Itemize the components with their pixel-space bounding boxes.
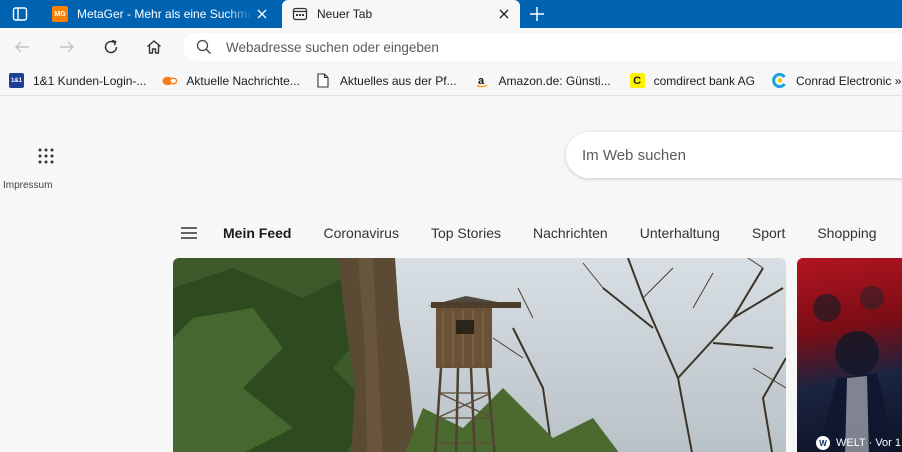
- feed-tab-unterhaltung[interactable]: Unterhaltung: [640, 225, 720, 241]
- tab-close-button[interactable]: [494, 4, 514, 24]
- tab-close-button[interactable]: [252, 4, 272, 24]
- comdirect-favicon: C: [629, 73, 645, 88]
- toolbar: [0, 28, 902, 66]
- bookmark-comdirect[interactable]: C comdirect bank AG: [611, 69, 755, 93]
- feed-tab-nachrichten[interactable]: Nachrichten: [533, 225, 608, 241]
- refresh-icon: [104, 39, 118, 54]
- document-icon: [316, 73, 331, 88]
- address-bar[interactable]: [183, 33, 902, 61]
- web-search-input[interactable]: [582, 146, 882, 164]
- web-search-box[interactable]: [566, 132, 902, 178]
- bookmark-amazon[interactable]: a Amazon.de: Günsti...: [457, 69, 611, 93]
- bookmark-pfalz[interactable]: Aktuelles aus der Pf...: [300, 69, 457, 93]
- tab-title: Neuer Tab: [317, 7, 373, 21]
- close-icon: [499, 9, 509, 19]
- forward-button[interactable]: [54, 34, 80, 60]
- bookmark-label: comdirect bank AG: [653, 73, 755, 88]
- impressum-link[interactable]: Impressum: [3, 180, 52, 191]
- welt-logo-icon: W: [816, 436, 830, 450]
- bookmark-label: Aktuelle Nachrichte...: [186, 73, 300, 88]
- news-card-side[interactable]: W WELT · Vor 1: [797, 258, 902, 452]
- arrow-right-icon: [60, 41, 74, 53]
- conrad-icon: [772, 73, 787, 88]
- feed-tab-top-stories[interactable]: Top Stories: [431, 225, 501, 241]
- feed-navigation: Mein Feed Coronavirus Top Stories Nachri…: [180, 221, 902, 245]
- tab-actions-button[interactable]: [0, 0, 40, 28]
- tab-neuer-tab[interactable]: Neuer Tab: [282, 0, 520, 28]
- home-icon: [147, 40, 161, 54]
- bookmark-zdf[interactable]: Aktuelle Nachrichte...: [146, 69, 300, 93]
- bookmark-label: Aktuelles aus der Pf...: [339, 73, 457, 88]
- new-tab-page-icon: [292, 6, 308, 22]
- news-source-text: WELT · Vor 1: [836, 437, 902, 449]
- search-icon: [196, 39, 212, 55]
- app-grid-icon: [38, 148, 54, 164]
- 1und1-favicon: 1&1: [9, 73, 24, 88]
- amazon-icon: a: [475, 73, 490, 88]
- feed-menu-button[interactable]: [180, 224, 198, 242]
- feed-tab-shopping[interactable]: Shopping: [817, 225, 876, 241]
- address-input[interactable]: [226, 39, 726, 55]
- new-tab-page: Impressum Mein Feed Coronavirus Top Stor…: [0, 97, 902, 452]
- bookmarks-bar: 1&1 1&1 Kunden-Login-... Aktuelle Nachri…: [0, 66, 902, 96]
- tab-actions-icon: [12, 7, 28, 21]
- tab-title: MetaGer - Mehr als eine Suchmaschine: [77, 7, 252, 21]
- news-card-main[interactable]: [173, 258, 786, 452]
- bookmark-1und1[interactable]: 1&1 1&1 Kunden-Login-...: [0, 69, 146, 93]
- news-card-side-image: [813, 286, 896, 452]
- zdf-icon: [162, 73, 178, 88]
- feed-tab-sport[interactable]: Sport: [752, 225, 785, 241]
- bookmark-conrad[interactable]: Conrad Electronic »...: [755, 69, 902, 93]
- bookmark-label: 1&1 Kunden-Login-...: [33, 73, 147, 88]
- close-icon: [257, 9, 267, 19]
- back-button[interactable]: [9, 34, 35, 60]
- feed-tab-mein-feed[interactable]: Mein Feed: [223, 225, 291, 241]
- home-button[interactable]: [141, 34, 167, 60]
- tab-metager[interactable]: MG MetaGer - Mehr als eine Suchmaschine: [42, 0, 278, 28]
- feed-tab-coronavirus[interactable]: Coronavirus: [323, 225, 398, 241]
- app-launcher-button[interactable]: [33, 143, 59, 169]
- tab-strip: MG MetaGer - Mehr als eine Suchmaschine …: [0, 0, 902, 28]
- svg-text:a: a: [478, 75, 485, 87]
- arrow-left-icon: [15, 41, 29, 53]
- new-tab-button[interactable]: [526, 3, 548, 25]
- hamburger-icon: [181, 227, 197, 239]
- metager-favicon: MG: [52, 6, 68, 22]
- bookmark-label: Amazon.de: Günsti...: [498, 73, 611, 88]
- refresh-button[interactable]: [98, 34, 124, 60]
- news-source-label: W WELT · Vor 1: [816, 436, 901, 450]
- news-card-image: [173, 258, 786, 452]
- bookmark-label: Conrad Electronic »...: [796, 73, 902, 88]
- plus-icon: [530, 7, 544, 21]
